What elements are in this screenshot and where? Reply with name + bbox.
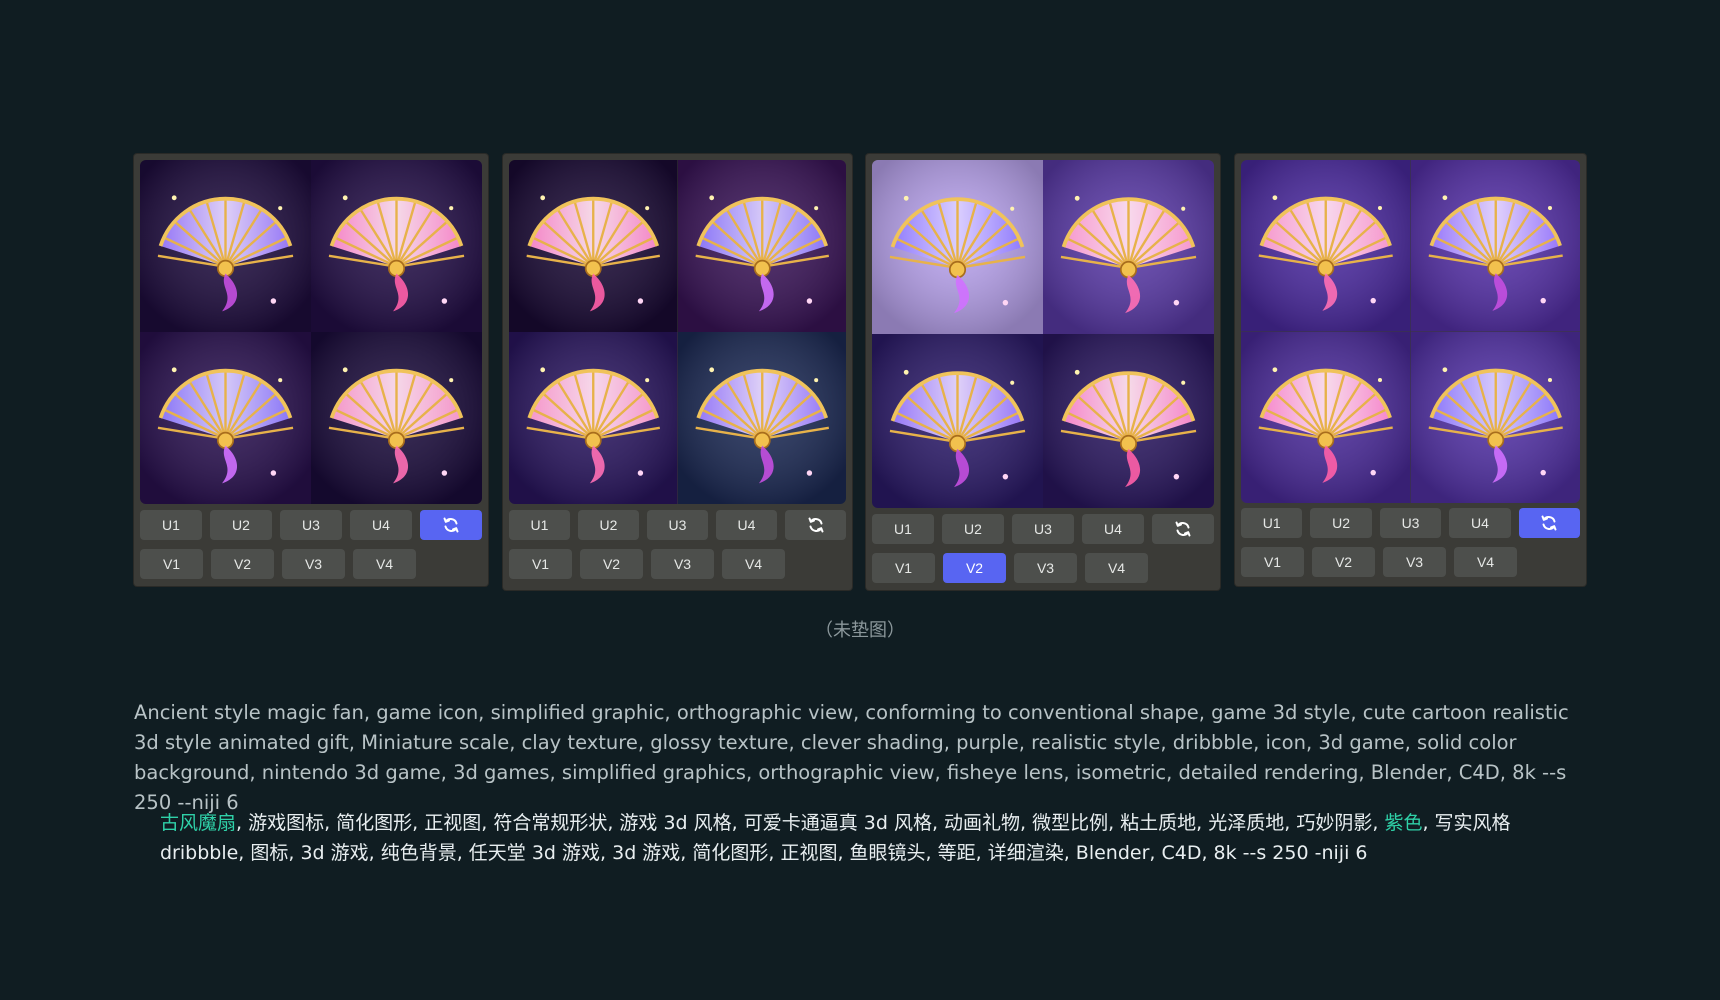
fan-image-2[interactable] (1410, 160, 1580, 332)
prompt-text-part-1: , 游戏图标, 简化图形, 正视图, 符合常规形状, 游戏 3d 风格, 可爱卡… (236, 812, 1385, 834)
prompt-highlight-color: 紫色 (1384, 812, 1423, 834)
fan-image-3[interactable] (1241, 331, 1411, 503)
upscale-row: U1 U2 U3 U4 (1241, 508, 1581, 538)
variation-button-2[interactable]: V2 (580, 549, 643, 579)
refresh-icon (806, 515, 826, 535)
variation-button-4[interactable]: V4 (1454, 547, 1517, 577)
refresh-icon (1173, 519, 1193, 539)
variation-row: V1 V2 V3 V4 (1241, 547, 1580, 577)
prompt-english: Ancient style magic fan, game icon, simp… (134, 701, 1569, 814)
image-grid (872, 160, 1214, 508)
refresh-icon (441, 515, 461, 535)
upscale-button-2[interactable]: U2 (1310, 508, 1372, 538)
upscale-button-4[interactable]: U4 (1082, 514, 1144, 544)
fan-image-2[interactable] (1043, 160, 1214, 334)
variation-button-1[interactable]: V1 (1241, 547, 1304, 577)
reroll-button[interactable] (1518, 508, 1581, 538)
result-card-2: U1 U2 U3 U4 V1 V2 V3 V4 (503, 154, 852, 590)
fan-image-1[interactable] (1241, 160, 1411, 332)
reroll-button[interactable] (1152, 514, 1214, 544)
fan-image-4[interactable] (311, 332, 482, 504)
reroll-button[interactable] (420, 510, 482, 540)
reroll-button[interactable] (785, 510, 846, 540)
variation-button-1[interactable]: V1 (140, 549, 203, 579)
upscale-button-3[interactable]: U3 (1379, 508, 1442, 538)
fan-image-4[interactable] (1043, 334, 1214, 508)
variation-button-4[interactable]: V4 (353, 549, 416, 579)
fan-image-1[interactable] (872, 160, 1043, 334)
fan-image-3[interactable] (872, 334, 1043, 508)
variation-button-4[interactable]: V4 (722, 549, 785, 579)
variation-row: V1 V2 V3 V4 (509, 549, 846, 579)
fan-image-3[interactable] (509, 332, 678, 504)
upscale-row: U1 U2 U3 U4 (872, 514, 1214, 544)
variation-button-1[interactable]: V1 (509, 549, 572, 579)
variation-button-4[interactable]: V4 (1085, 553, 1148, 583)
result-card-4: U1 U2 U3 U4 V1 V2 V3 V4 (1235, 154, 1586, 586)
upscale-button-1[interactable]: U1 (140, 510, 202, 540)
refresh-icon (1539, 513, 1559, 533)
upscale-button-1[interactable]: U1 (509, 510, 570, 540)
image-grid (140, 160, 482, 504)
upscale-button-2[interactable]: U2 (578, 510, 639, 540)
variation-button-3[interactable]: V3 (651, 549, 714, 579)
result-card-3: U1 U2 U3 U4 V1 V2 V3 V4 (866, 154, 1220, 590)
caption: （未垫图） (815, 620, 905, 641)
variation-button-2[interactable]: V2 (211, 549, 274, 579)
upscale-row: U1 U2 U3 U4 (140, 510, 482, 540)
image-results: U1 U2 U3 U4 V1 V2 V3 V4 U1 U2 U3 U4 V1 V… (134, 154, 1586, 590)
upscale-button-1[interactable]: U1 (1241, 508, 1303, 538)
variation-button-3[interactable]: V3 (1383, 547, 1446, 577)
upscale-button-1[interactable]: U1 (872, 514, 934, 544)
variation-button-3[interactable]: V3 (282, 549, 345, 579)
variation-button-2[interactable]: V2 (1312, 547, 1375, 577)
upscale-row: U1 U2 U3 U4 (509, 510, 846, 540)
fan-image-2[interactable] (311, 160, 482, 332)
fan-image-1[interactable] (509, 160, 678, 332)
variation-button-1[interactable]: V1 (872, 553, 935, 583)
fan-image-4[interactable] (677, 332, 846, 504)
variation-row: V1 V2 V3 V4 (872, 553, 1214, 583)
fan-image-4[interactable] (1410, 331, 1580, 503)
upscale-button-3[interactable]: U3 (1012, 514, 1074, 544)
fan-image-3[interactable] (140, 332, 311, 504)
image-grid (509, 160, 846, 504)
upscale-button-3[interactable]: U3 (280, 510, 342, 540)
variation-button-3[interactable]: V3 (1014, 553, 1077, 583)
prompt-highlight-subject: 古风魔扇 (160, 812, 237, 834)
upscale-button-3[interactable]: U3 (647, 510, 708, 540)
upscale-button-2[interactable]: U2 (942, 514, 1004, 544)
upscale-button-4[interactable]: U4 (350, 510, 412, 540)
fan-image-1[interactable] (140, 160, 311, 332)
variation-row: V1 V2 V3 V4 (140, 549, 482, 579)
upscale-button-4[interactable]: U4 (1449, 508, 1511, 538)
fan-image-2[interactable] (677, 160, 846, 332)
upscale-button-2[interactable]: U2 (210, 510, 272, 540)
image-grid (1241, 160, 1580, 503)
variation-button-2[interactable]: V2 (943, 553, 1006, 583)
prompt-chinese: 古风魔扇, 游戏图标, 简化图形, 正视图, 符合常规形状, 游戏 3d 风格,… (160, 808, 1580, 868)
result-card-1: U1 U2 U3 U4 V1 V2 V3 V4 (134, 154, 488, 586)
upscale-button-4[interactable]: U4 (716, 510, 777, 540)
